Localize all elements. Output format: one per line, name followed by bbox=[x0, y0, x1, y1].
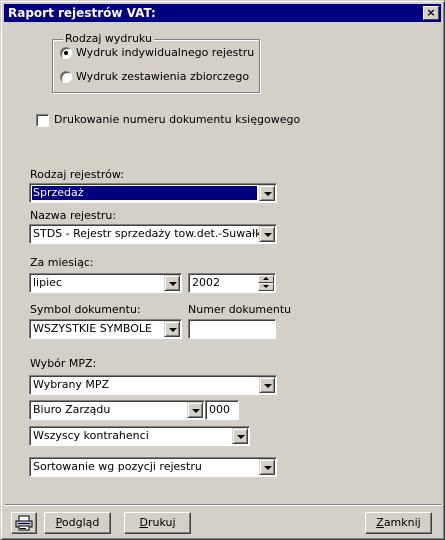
radio-summary-report[interactable] bbox=[60, 71, 72, 83]
register-type-value: Sprzedaż bbox=[32, 186, 257, 200]
radio-summary-report-label[interactable]: Wydruk zestawienia zbiorczego bbox=[76, 70, 249, 83]
register-name-value: STDS - Rejestr sprzedaży tow.det.-Suwałk… bbox=[33, 227, 265, 240]
doc-number-input[interactable] bbox=[188, 319, 276, 339]
footer-separator bbox=[5, 504, 441, 506]
year-spinner[interactable]: 2002 bbox=[188, 273, 276, 293]
close-window-button[interactable]: × bbox=[423, 6, 439, 20]
radio-selected-dot bbox=[64, 51, 68, 55]
mpz-label: Wybór MPZ: bbox=[30, 357, 97, 370]
register-type-select[interactable]: Sprzedaż bbox=[29, 183, 277, 203]
contractors-select[interactable]: Wszyscy kontrahenci bbox=[29, 426, 250, 446]
mpz-unit-code-input[interactable]: 000 bbox=[205, 400, 239, 420]
report-dialog: Raport rejestrów VAT: × Rodzaj wydruku W… bbox=[0, 0, 445, 540]
month-select[interactable]: lipiec bbox=[29, 273, 182, 293]
chevron-down-icon[interactable] bbox=[232, 428, 248, 444]
sorting-select[interactable]: Sortowanie wg pozycji rejestru bbox=[29, 457, 277, 477]
preview-button[interactable]: Podgląd bbox=[44, 512, 111, 534]
printer-setup-button[interactable] bbox=[11, 512, 37, 534]
print-button[interactable]: Drukuj bbox=[124, 512, 191, 534]
register-type-label: Rodzaj rejestrów: bbox=[30, 168, 124, 181]
close-button[interactable]: Zamknij bbox=[365, 512, 432, 534]
print-button-label: rukuj bbox=[147, 516, 176, 529]
chevron-down-icon[interactable] bbox=[259, 459, 275, 475]
doc-symbol-label: Symbol dokumentu: bbox=[30, 303, 141, 316]
contractors-value: Wszyscy kontrahenci bbox=[33, 429, 149, 442]
register-name-select[interactable]: STDS - Rejestr sprzedaży tow.det.-Suwałk… bbox=[29, 224, 277, 244]
chevron-down-icon[interactable] bbox=[164, 275, 180, 291]
mpz-mode-value: Wybrany MPZ bbox=[33, 378, 110, 391]
chevron-down-icon[interactable] bbox=[187, 402, 203, 418]
printer-icon bbox=[15, 515, 33, 531]
chevron-down-icon[interactable] bbox=[259, 377, 275, 393]
month-label: Za miesiąc: bbox=[30, 256, 94, 269]
print-type-group-label: Rodzaj wydruku bbox=[63, 32, 154, 45]
close-button-label: amknij bbox=[383, 516, 421, 529]
chevron-down-icon[interactable] bbox=[259, 185, 275, 201]
close-icon: × bbox=[426, 6, 436, 19]
sorting-value: Sortowanie wg pozycji rejestru bbox=[33, 460, 202, 473]
print-doc-number-label[interactable]: Drukowanie numeru dokumentu księgowego bbox=[54, 113, 300, 126]
doc-number-label: Numer dokumentu bbox=[188, 303, 292, 316]
month-value: lipiec bbox=[33, 276, 62, 289]
mpz-unit-select[interactable]: Biuro Zarządu bbox=[29, 400, 205, 420]
spin-up-icon[interactable] bbox=[258, 275, 274, 283]
mpz-unit-value: Biuro Zarządu bbox=[33, 403, 111, 416]
print-doc-number-checkbox[interactable] bbox=[36, 114, 49, 127]
mpz-mode-select[interactable]: Wybrany MPZ bbox=[29, 375, 277, 395]
chevron-down-icon[interactable] bbox=[259, 226, 275, 242]
chevron-down-icon[interactable] bbox=[164, 321, 180, 337]
year-value: 2002 bbox=[192, 276, 220, 289]
radio-individual-register-label[interactable]: Wydruk indywidualnego rejestru bbox=[76, 46, 254, 59]
radio-individual-register[interactable] bbox=[60, 47, 72, 59]
print-button-hotkey: D bbox=[139, 516, 148, 529]
spin-down-icon[interactable] bbox=[258, 283, 274, 291]
register-name-label: Nazwa rejestru: bbox=[30, 209, 117, 222]
close-button-hotkey: Z bbox=[376, 516, 384, 529]
preview-button-label: odgląd bbox=[61, 516, 100, 529]
doc-symbol-value: WSZYSTKIE SYMBOLE bbox=[33, 322, 153, 335]
mpz-unit-code-value: 000 bbox=[209, 403, 230, 416]
title-bar[interactable]: Raport rejestrów VAT: × bbox=[4, 4, 441, 22]
doc-symbol-select[interactable]: WSZYSTKIE SYMBOLE bbox=[29, 319, 182, 339]
window-title: Raport rejestrów VAT: bbox=[8, 6, 156, 20]
